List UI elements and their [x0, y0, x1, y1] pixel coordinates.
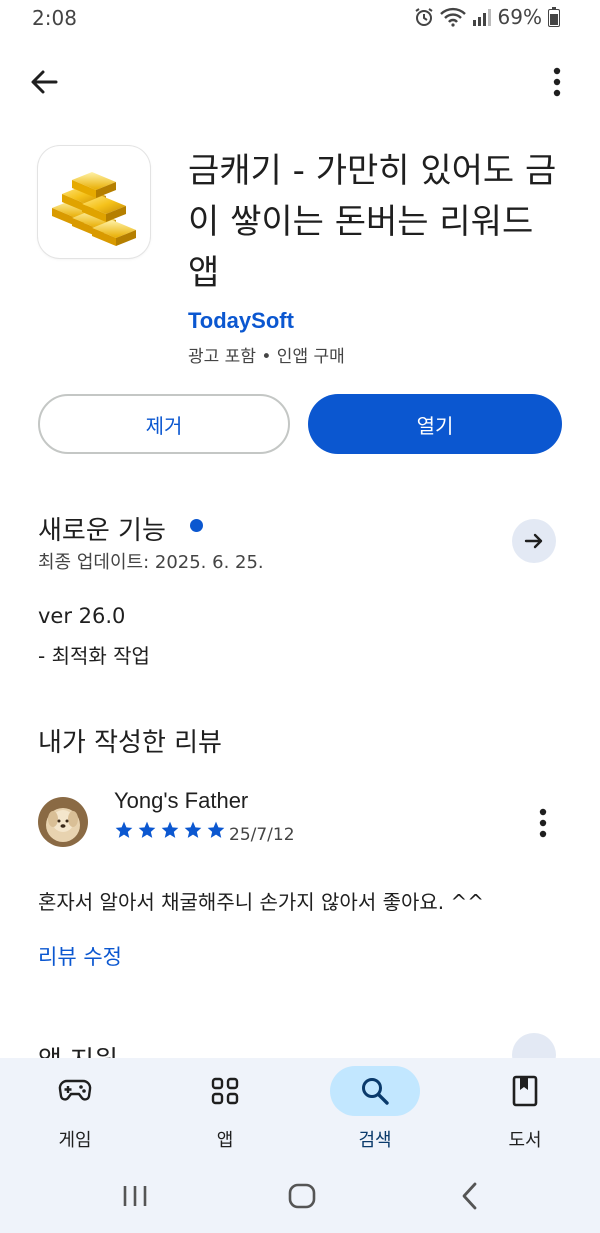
developer-link[interactable]: TodaySoft	[188, 308, 294, 334]
system-back-icon[interactable]	[455, 1180, 485, 1212]
book-icon	[512, 1075, 538, 1107]
battery-percent: 69%	[497, 5, 542, 29]
whats-new-title: 새로운 기능	[38, 516, 166, 546]
signal-icon	[472, 9, 491, 26]
nav-label-books: 도서	[508, 1130, 542, 1151]
star-icon	[161, 821, 179, 838]
my-review-header: 내가 작성한 리뷰	[38, 728, 222, 758]
star-icon	[184, 821, 202, 838]
review-text: 혼자서 알아서 채굴해주니 손가지 않아서 좋아요. ^^	[38, 890, 485, 914]
star-rating	[114, 820, 226, 840]
nav-pill-apps	[180, 1066, 270, 1116]
last-updated-date: 최종 업데이트: 2025. 6. 25.	[38, 552, 264, 573]
star-icon	[115, 821, 133, 838]
nav-item-games[interactable]: 게임	[15, 1058, 135, 1168]
star-icon	[207, 821, 225, 838]
nav-pill-books	[480, 1066, 570, 1116]
recent-apps-icon[interactable]	[120, 1180, 150, 1212]
nav-item-search[interactable]: 검색	[315, 1058, 435, 1168]
home-icon[interactable]	[287, 1180, 317, 1212]
nav-item-books[interactable]: 도서	[465, 1058, 585, 1168]
new-indicator-dot	[190, 519, 203, 532]
version-text: ver 26.0	[38, 604, 126, 628]
arrow-right-icon	[524, 533, 543, 549]
edit-review-link[interactable]: 리뷰 수정	[38, 941, 122, 971]
review-more-options-icon[interactable]	[530, 806, 556, 840]
app-meta-info: 광고 포함 • 인앱 구매	[188, 347, 345, 367]
whats-new-arrow-button[interactable]	[512, 519, 556, 563]
nav-label-search: 검색	[358, 1130, 392, 1151]
nav-pill-games	[30, 1066, 120, 1116]
open-button[interactable]: 열기	[308, 394, 562, 454]
nav-label-games: 게임	[58, 1130, 92, 1151]
gamepad-icon	[58, 1079, 92, 1101]
reviewer-name: Yong's Father	[114, 788, 249, 813]
alarm-icon	[414, 8, 433, 26]
nav-pill-search-active	[330, 1066, 420, 1116]
change-note: - 최적화 작업	[38, 644, 150, 668]
status-icons: 69%	[414, 5, 560, 29]
app-title: 금캐기 - 가만히 있어도 금이 쌓이는 돈버는 리워드 앱	[188, 151, 557, 293]
app-icon-gold-bars	[38, 146, 150, 258]
review-date: 25/7/12	[229, 825, 295, 845]
more-options-icon[interactable]	[540, 64, 574, 100]
apps-grid-icon	[211, 1077, 239, 1105]
battery-icon	[548, 7, 560, 27]
star-icon	[138, 821, 156, 838]
back-arrow-icon[interactable]	[26, 64, 62, 100]
wifi-icon	[439, 7, 466, 27]
search-icon	[362, 1078, 389, 1105]
status-time: 2:08	[32, 6, 77, 30]
uninstall-button[interactable]: 제거	[38, 394, 290, 454]
reviewer-avatar	[38, 797, 88, 847]
nav-item-apps[interactable]: 앱	[165, 1058, 285, 1168]
nav-label-apps: 앱	[216, 1130, 234, 1151]
